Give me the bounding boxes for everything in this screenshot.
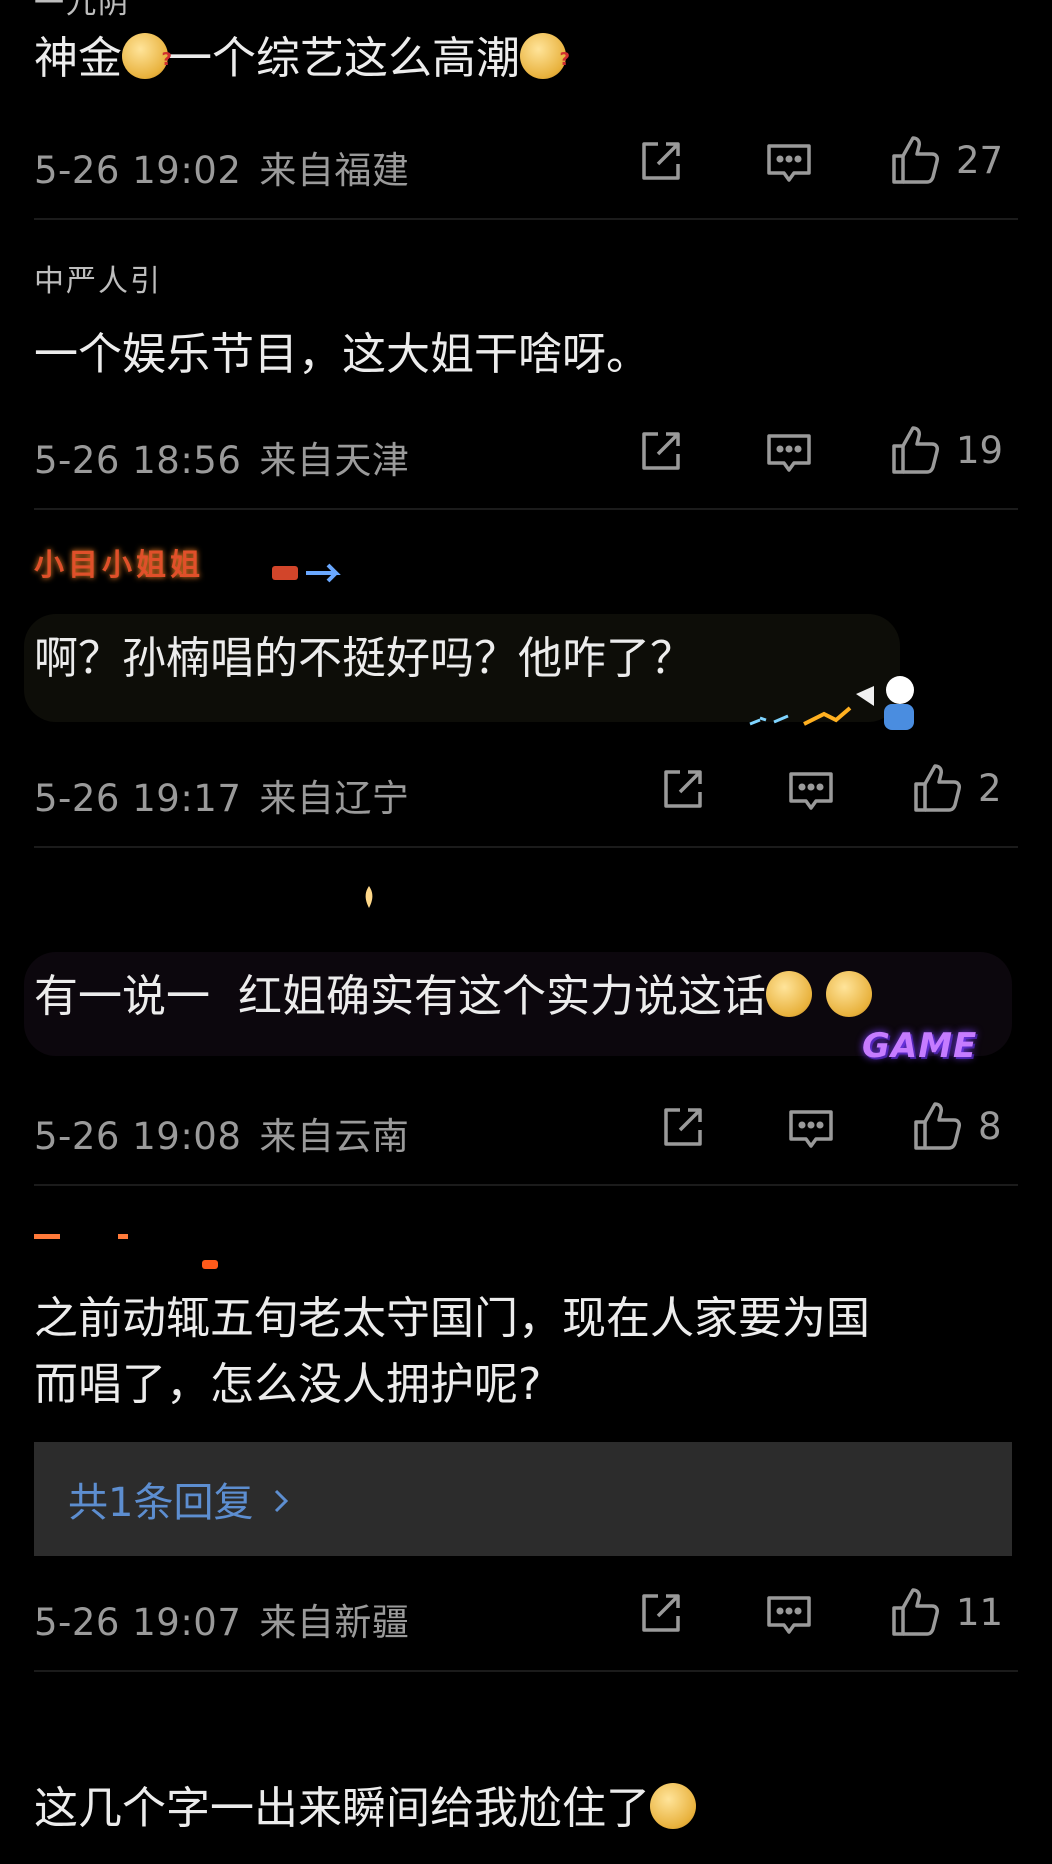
like-count: 11 xyxy=(956,1590,1004,1634)
comment-date: 5-26 18:56 xyxy=(34,439,242,482)
share-button[interactable] xyxy=(636,428,684,476)
comment-username[interactable]: 中严人引 xyxy=(34,256,162,300)
game-sticker: GAME xyxy=(862,1026,978,1066)
comment-text: 一个娱乐节目，这大姐干啥呀。 xyxy=(34,329,650,380)
comment-icon xyxy=(767,434,811,472)
comment-meta: 5-26 19:02 来自福建 xyxy=(34,140,409,194)
decoration-icon xyxy=(365,886,373,908)
like-button[interactable]: 19 xyxy=(890,424,1003,476)
like-button[interactable]: 11 xyxy=(890,1586,1003,1638)
comment-icon xyxy=(767,1596,811,1634)
share-icon xyxy=(642,1594,680,1632)
view-replies-button[interactable]: 共1条回复 xyxy=(34,1442,1012,1556)
comment-username[interactable]: 小目小姐姐 xyxy=(34,540,204,584)
like-icon xyxy=(892,136,939,184)
comment-icon xyxy=(789,772,833,810)
reply-count-label: 共1条回复 xyxy=(68,1480,254,1526)
like-icon xyxy=(892,1588,939,1636)
like-button[interactable]: 2 xyxy=(912,762,1002,814)
comment-meta: 5-26 19:07 来自新疆 xyxy=(34,1592,409,1646)
comment-divider xyxy=(34,218,1018,220)
comment-text: 这几个字一出来瞬间给我尬住了 xyxy=(34,1776,1014,1842)
comment-date: 5-26 19:07 xyxy=(34,1601,242,1644)
comment-meta: 5-26 19:08 来自云南 xyxy=(34,1106,409,1160)
comment-button[interactable] xyxy=(786,1104,836,1154)
comment-text-part: 神金 xyxy=(34,33,122,84)
comment-date: 5-26 19:02 xyxy=(34,149,242,192)
comment-text-part: 一个综艺这么高潮 xyxy=(168,33,520,84)
comment-divider xyxy=(34,1670,1018,1672)
like-count: 19 xyxy=(956,428,1004,472)
comment-button[interactable] xyxy=(786,766,836,816)
comment-divider xyxy=(34,508,1018,510)
emoji-icon xyxy=(650,1783,696,1829)
comment-icon xyxy=(767,144,811,182)
comment-divider xyxy=(34,846,1018,848)
comment-button[interactable] xyxy=(764,428,814,478)
chevron-right-icon xyxy=(275,1489,289,1513)
comment-meta: 5-26 18:56 来自天津 xyxy=(34,430,409,484)
like-button[interactable]: 27 xyxy=(890,134,1003,186)
comment-date: 5-26 19:17 xyxy=(34,777,242,820)
megaphone-sticker-icon xyxy=(749,676,914,730)
like-count: 8 xyxy=(978,1104,1002,1148)
share-icon xyxy=(664,770,702,808)
decoration-icon xyxy=(272,563,341,583)
comment-location: 来自新疆 xyxy=(259,1601,410,1644)
comment-meta: 5-26 19:17 来自辽宁 xyxy=(34,768,409,822)
emoji-icon xyxy=(520,27,570,93)
share-icon xyxy=(664,1108,702,1146)
like-icon xyxy=(914,764,961,812)
share-button[interactable] xyxy=(658,766,706,814)
comment-button[interactable] xyxy=(764,138,814,188)
comment-location: 来自辽宁 xyxy=(259,777,410,820)
comment-text-part: 这几个字一出来瞬间给我尬住了 xyxy=(34,1783,650,1834)
like-icon xyxy=(892,426,939,474)
comment-location: 来自云南 xyxy=(259,1115,410,1158)
like-count: 27 xyxy=(956,138,1004,182)
like-count: 2 xyxy=(978,766,1002,810)
share-button[interactable] xyxy=(658,1104,706,1152)
comment-divider xyxy=(34,1184,1018,1186)
comment-location: 来自天津 xyxy=(259,439,410,482)
comment-button[interactable] xyxy=(764,1590,814,1640)
like-icon xyxy=(914,1102,961,1150)
comment-text: 之前动辄五旬老太守国门，现在人家要为国 而唱了，怎么没人拥护呢? xyxy=(34,1293,870,1410)
share-button[interactable] xyxy=(636,1590,684,1638)
share-icon xyxy=(642,432,680,470)
comment-location: 来自福建 xyxy=(259,149,410,192)
emoji-icon xyxy=(765,971,812,1017)
emoji-icon xyxy=(825,971,872,1017)
comment-text: 神金一个综艺这么高潮 xyxy=(34,26,1014,93)
share-button[interactable] xyxy=(636,138,684,186)
comment-date: 5-26 19:08 xyxy=(34,1115,242,1158)
comment-text-part: 有一说一 红姐确实有这个实力说这话 xyxy=(34,971,766,1022)
share-icon xyxy=(642,142,680,180)
comment-icon xyxy=(789,1110,833,1148)
emoji-icon xyxy=(122,27,172,93)
like-button[interactable]: 8 xyxy=(912,1100,1002,1152)
comment-text: 有一说一 红姐确实有这个实力说这话 xyxy=(34,964,1014,1030)
decoration-icon xyxy=(34,1234,218,1269)
comment-username[interactable]: 一九阴 xyxy=(34,0,130,22)
